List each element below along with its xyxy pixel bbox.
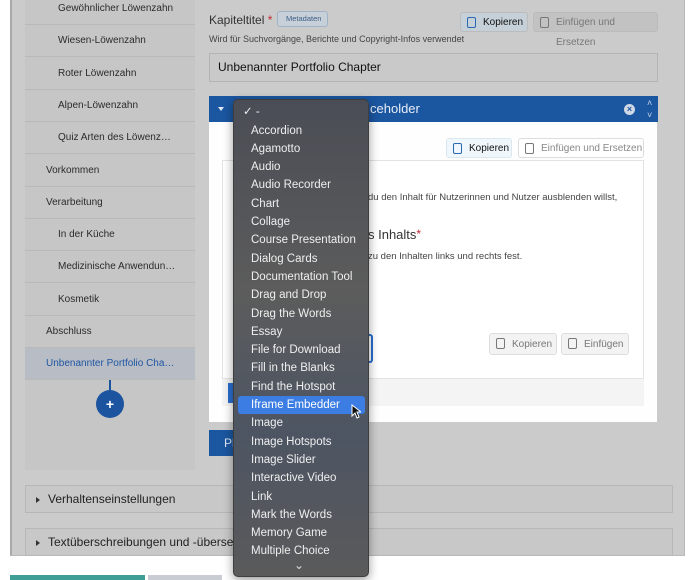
tab-primary[interactable] xyxy=(10,575,145,580)
content-type-dropdown[interactable]: ✓ - Accordion Agamotto Audio Audio Recorder… xyxy=(233,99,369,577)
tab-secondary[interactable] xyxy=(148,575,222,580)
required-star: * xyxy=(267,13,273,27)
visibility-help-text: du den Inhalt für Nutzerinnen und Nutzer… xyxy=(368,192,618,203)
sidebar-item[interactable]: Medizinische Anwendun… xyxy=(25,251,195,284)
sidebar-item[interactable]: Wiesen-Löwenzahn xyxy=(25,25,195,58)
clipboard-icon xyxy=(525,143,534,154)
dropdown-option[interactable]: Interactive Video xyxy=(238,469,365,487)
content-paste-replace-button[interactable]: Einfügen und Ersetzen xyxy=(518,138,644,158)
chapter-description: Wird für Suchvorgänge, Berichte und Copy… xyxy=(209,34,465,44)
copy-icon xyxy=(496,338,505,349)
expand-icon xyxy=(36,540,40,546)
item-paste-button[interactable]: Einfügen xyxy=(561,333,629,355)
metadata-button[interactable]: Metadaten xyxy=(277,11,329,27)
sidebar-item[interactable]: In der Küche xyxy=(25,219,195,252)
item-copy-button[interactable]: Kopieren xyxy=(489,333,557,355)
clipboard-icon xyxy=(540,17,549,28)
layout-help-text: zu den Inhalten links und rechts fest. xyxy=(368,251,523,262)
heading-text: s Inhalts xyxy=(368,227,417,242)
add-chapter-button[interactable]: + xyxy=(96,390,124,418)
dropdown-option[interactable]: Drag and Drop xyxy=(238,286,365,304)
dropdown-option[interactable]: Course Presentation xyxy=(238,231,365,249)
dropdown-option[interactable]: Drag the Words xyxy=(238,305,365,323)
sidebar-item[interactable]: Quiz Arten des Löwenz… xyxy=(25,122,195,155)
dropdown-option[interactable]: Audio Recorder xyxy=(238,176,365,194)
chapter-title-label: Kapiteltitel * xyxy=(209,13,272,27)
content-heading: s Inhalts* xyxy=(368,227,421,242)
dropdown-option[interactable]: Image Hotspots xyxy=(238,433,365,451)
dropdown-option[interactable]: Accordion xyxy=(238,122,365,140)
dropdown-option[interactable]: Collage xyxy=(238,213,365,231)
copy-icon xyxy=(453,143,462,154)
dropdown-option[interactable]: Image Slider xyxy=(238,451,365,469)
content-type-label: ceholder xyxy=(370,101,420,116)
chapter-title-input[interactable]: Unbenannter Portfolio Chapter xyxy=(209,53,658,82)
scroll-down-icon[interactable]: ⌄ xyxy=(294,558,304,572)
dropdown-option[interactable]: Memory Game xyxy=(238,524,365,542)
dropdown-option[interactable]: Find the Hotspot xyxy=(238,378,365,396)
dropdown-option[interactable]: Link xyxy=(238,488,365,506)
sidebar-item[interactable]: Abschluss xyxy=(25,316,195,348)
collapse-icon[interactable] xyxy=(218,107,224,111)
clipboard-icon xyxy=(568,338,577,349)
expand-icon xyxy=(36,497,40,503)
sidebar-item[interactable]: Verarbeitung xyxy=(25,187,195,219)
copy-button[interactable]: Kopieren xyxy=(460,12,528,32)
sidebar-item[interactable]: Alpen-Löwenzahn xyxy=(25,90,195,122)
dropdown-option[interactable]: Essay xyxy=(238,323,365,341)
dropdown-option[interactable]: Iframe Embedder xyxy=(238,396,365,414)
dropdown-option-none[interactable]: ✓ - xyxy=(238,103,365,121)
dropdown-option[interactable]: Chart xyxy=(238,195,365,213)
remove-icon[interactable]: × xyxy=(624,104,635,115)
paste-label: Einfügen und Ersetzen xyxy=(541,143,643,154)
copy-label: Kopieren xyxy=(483,17,524,28)
dropdown-option[interactable]: Image xyxy=(238,414,365,432)
required-star: * xyxy=(416,227,422,241)
dropdown-option[interactable]: Mark the Words xyxy=(238,506,365,524)
dropdown-option[interactable]: Fill in the Blanks xyxy=(238,359,365,377)
paste-label: Einfügen xyxy=(584,339,624,350)
label-text: Kapiteltitel xyxy=(209,13,265,27)
dropdown-option[interactable]: File for Download xyxy=(238,341,365,359)
accordion-label: Verhaltenseinstellungen xyxy=(48,492,176,506)
mouse-cursor-icon xyxy=(351,404,361,419)
dropdown-option[interactable]: Dialog Cards xyxy=(238,250,365,268)
sidebar-item[interactable]: Gewöhnlicher Löwenzahn xyxy=(25,0,195,25)
dropdown-option[interactable]: Audio xyxy=(238,158,365,176)
sidebar-item[interactable]: Roter Löwenzahn xyxy=(25,58,195,90)
dropdown-option[interactable]: Agamotto xyxy=(238,140,365,158)
paste-replace-button[interactable]: Einfügen und Ersetzen xyxy=(533,12,658,48)
content-copy-button[interactable]: Kopieren xyxy=(446,138,512,158)
accordion-label: Textüberschreibungen und -überse xyxy=(48,535,234,549)
copy-icon xyxy=(467,17,476,28)
dropdown-option[interactable]: Documentation Tool xyxy=(238,268,365,286)
sidebar-item[interactable]: Vorkommen xyxy=(25,155,195,187)
sidebar-item[interactable]: Kosmetik xyxy=(25,284,195,316)
copy-label: Kopieren xyxy=(512,339,553,350)
sidebar-item[interactable]: Unbenannter Portfolio Cha… xyxy=(25,348,195,381)
copy-label: Kopieren xyxy=(469,143,510,154)
